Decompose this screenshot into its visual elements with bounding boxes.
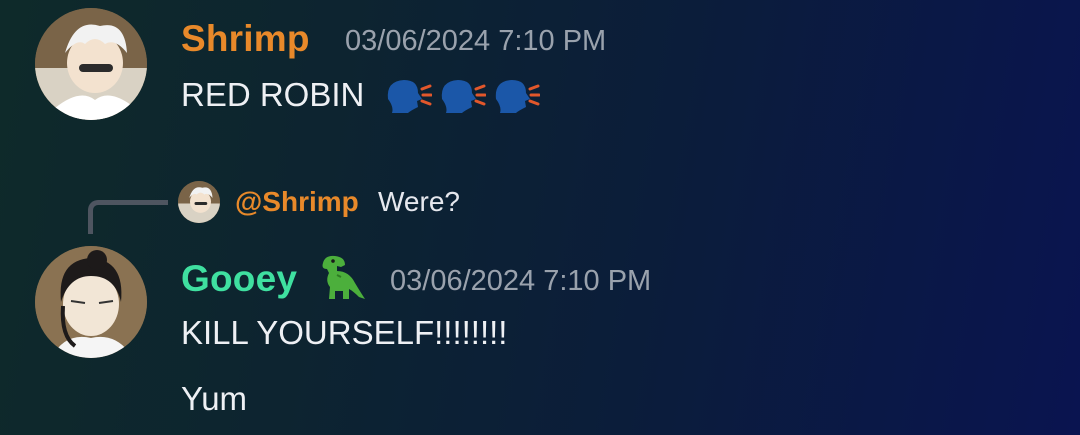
- emoji-group: [382, 77, 540, 117]
- speaking-head-icon: [441, 80, 486, 114]
- reply-avatar-shrimp[interactable]: [178, 181, 220, 223]
- message-timestamp: 03/06/2024 7:10 PM: [390, 265, 652, 297]
- avatar-dark-haired-character: [35, 246, 147, 358]
- reply-connector-line: [88, 200, 168, 234]
- avatar-white-haired-character: [35, 8, 147, 120]
- avatar-shrimp[interactable]: [35, 8, 147, 120]
- author-name-gooey[interactable]: Gooey: [181, 258, 297, 300]
- t-rex-icon: [322, 255, 365, 299]
- speaking-head-icon: [387, 80, 432, 114]
- reply-mention[interactable]: @Shrimp: [235, 186, 359, 218]
- message-text: RED ROBIN: [181, 76, 540, 117]
- message-line-2: Yum: [181, 380, 248, 417]
- speaking-head-icon: [495, 80, 540, 114]
- avatar-gooey[interactable]: [35, 246, 147, 358]
- reply-preview-text[interactable]: Were?: [378, 186, 460, 218]
- message-timestamp: 03/06/2024 7:10 PM: [345, 25, 607, 57]
- message-text-content: RED ROBIN: [181, 76, 365, 113]
- message-line-1: KILL YOURSELF!!!!!!!!: [181, 314, 508, 351]
- avatar-white-haired-character: [178, 181, 220, 223]
- author-name-shrimp[interactable]: Shrimp: [181, 18, 310, 60]
